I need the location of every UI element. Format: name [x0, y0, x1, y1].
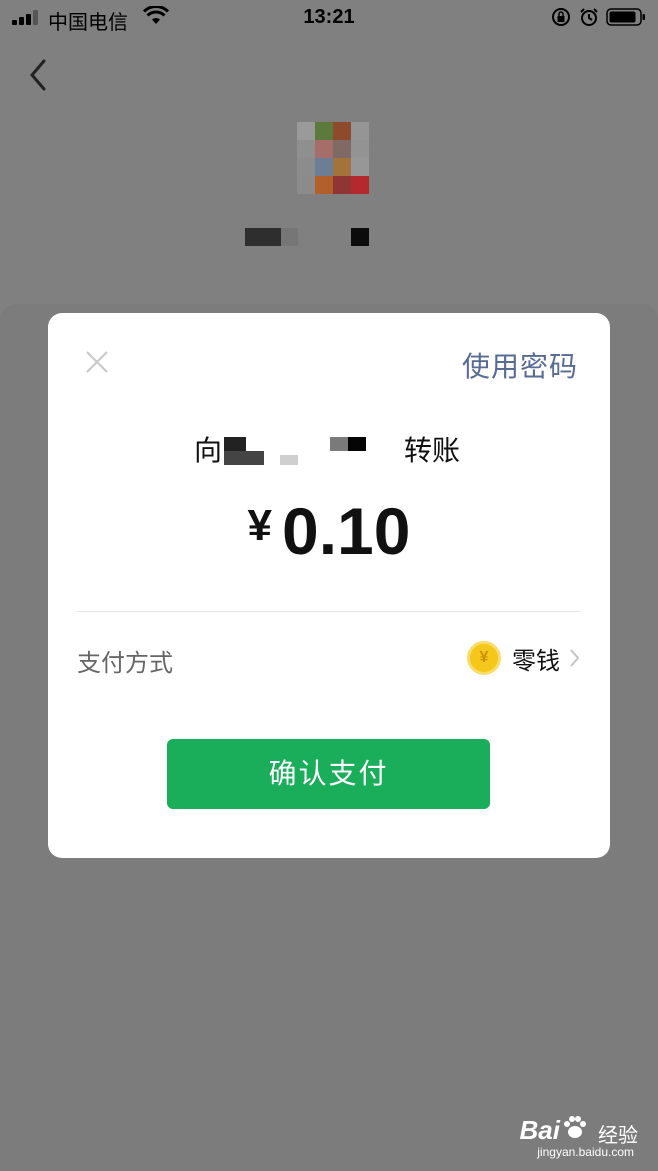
watermark-jingyan: 经验 — [598, 1125, 638, 1147]
divider — [77, 611, 581, 612]
close-icon[interactable] — [84, 349, 110, 375]
recipient-redacted — [224, 437, 374, 473]
rotation-lock-icon — [552, 8, 570, 26]
recipient-name-redacted — [245, 228, 369, 246]
payment-method-row[interactable]: 支付方式 ¥ 零钱 — [77, 633, 581, 685]
avatar — [297, 122, 369, 194]
to-prefix: 向 — [194, 435, 223, 466]
transfer-recipient-line: 向 转账 — [48, 427, 610, 471]
status-bar: 中国电信 13:21 — [0, 0, 658, 40]
battery-icon — [606, 8, 645, 26]
watermark-url: jingyan.baidu.com — [537, 1145, 634, 1159]
transfer-suffix: 转账 — [404, 435, 461, 466]
currency-symbol: ¥ — [247, 501, 272, 550]
alarm-icon — [580, 8, 598, 26]
chevron-right-icon — [570, 649, 580, 667]
use-password-link[interactable]: 使用密码 — [462, 345, 578, 385]
back-chevron-icon[interactable] — [22, 55, 52, 95]
amount-value: 0.10 — [282, 494, 411, 568]
watermark-brand: Bai — [519, 1115, 560, 1145]
payment-dialog: 使用密码 向 转账 ¥0.10 支付方式 ¥ 零钱 确认支付 — [48, 313, 610, 858]
payment-method-label: 支付方式 — [77, 650, 173, 677]
confirm-payment-button[interactable]: 确认支付 — [167, 739, 490, 809]
transfer-amount: ¥0.10 — [48, 493, 610, 569]
coin-icon: ¥ — [467, 641, 501, 675]
payment-method-value: 零钱 — [512, 648, 560, 675]
baidu-paw-icon — [564, 1116, 586, 1138]
baidu-jingyan-watermark: Bai 经验 jingyan.baidu.com — [508, 1109, 638, 1159]
